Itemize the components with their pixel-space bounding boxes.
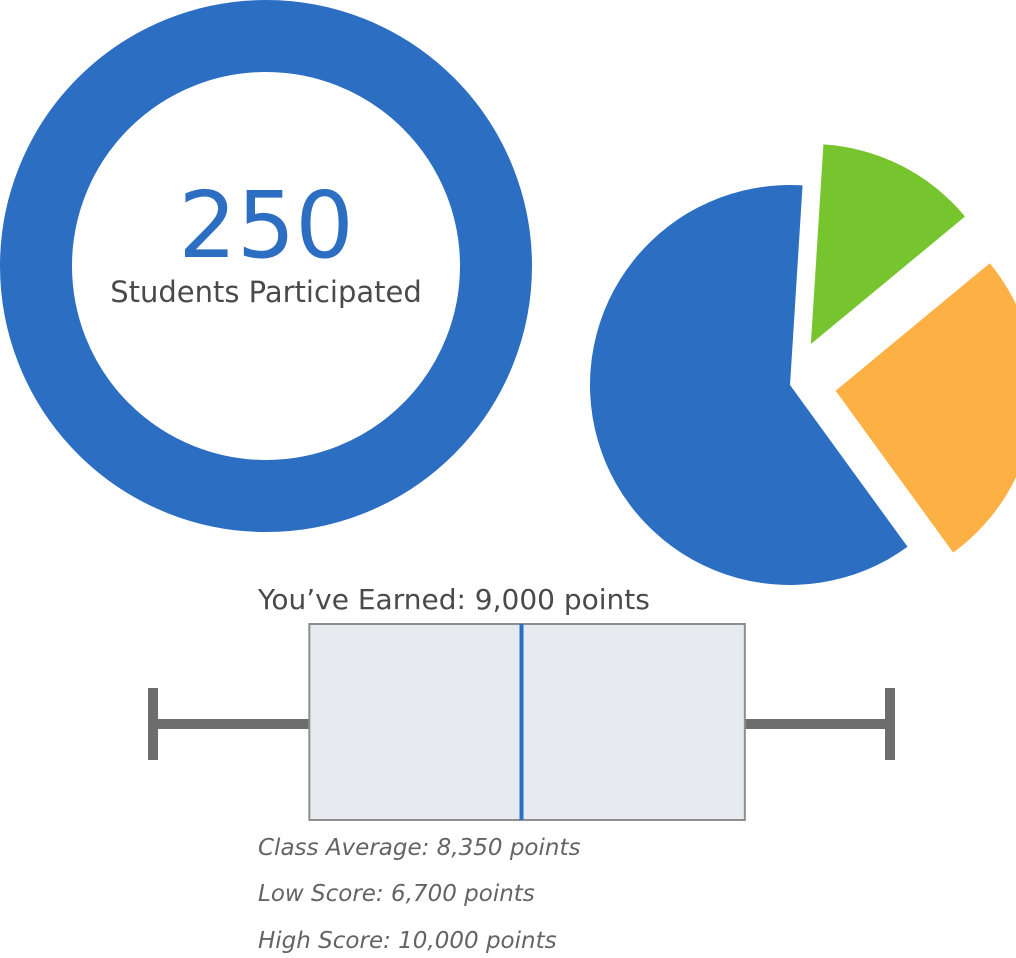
participation-donut: 250 Students Participated <box>0 0 532 532</box>
box-plot: You’ve Earned: 9,000 points <box>148 583 895 821</box>
score-stats: Class Average: 8,350 points Low Score: 6… <box>258 835 580 954</box>
participant-count: 250 <box>178 172 354 279</box>
interquartile-box <box>308 623 746 821</box>
infographic-canvas: 250 Students Participated You’ve Earned:… <box>0 0 1016 954</box>
earned-title: You’ve Earned: 9,000 points <box>257 583 650 616</box>
participant-label: Students Participated <box>110 275 422 309</box>
class-average-label: Class Average: 8,350 points <box>258 835 580 861</box>
high-score-label: High Score: 10,000 points <box>258 928 557 954</box>
low-score-label: Low Score: 6,700 points <box>258 881 535 907</box>
pie-chart <box>589 144 1016 586</box>
